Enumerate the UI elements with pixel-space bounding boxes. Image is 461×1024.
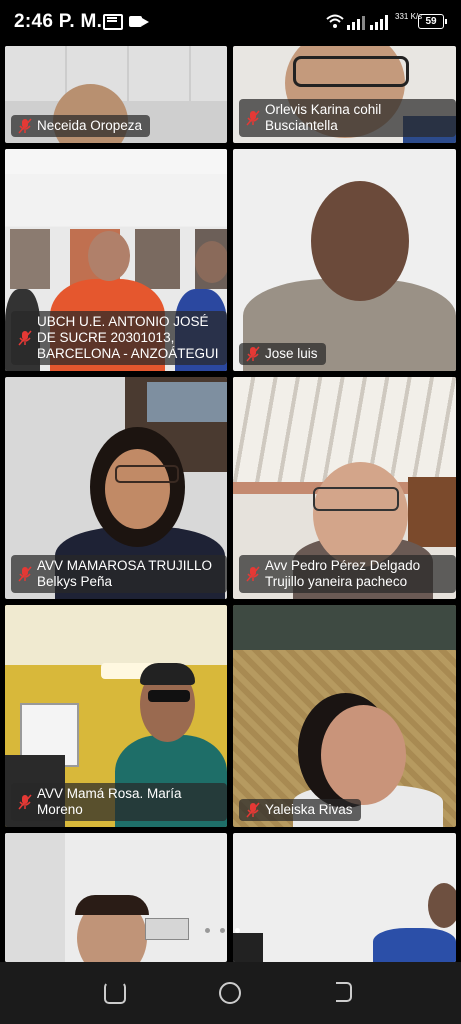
participant-video <box>373 928 456 962</box>
navigation-bar <box>0 962 461 1024</box>
participant-name: Avv Pedro Pérez Delgado Trujillo yaneira… <box>265 558 421 589</box>
recent-apps-icon[interactable] <box>336 982 352 1002</box>
page-dot-active[interactable] <box>235 928 240 933</box>
participant-tile[interactable]: Yaleiska Rivas <box>233 605 456 827</box>
participant-tile[interactable]: Jose luis <box>233 149 456 371</box>
participant-tile[interactable]: Avv Pedro Pérez Delgado Trujillo yaneira… <box>233 377 456 599</box>
status-bar: 2:46 P. M. 331 K/s 59 <box>0 0 461 44</box>
muted-mic-icon <box>18 566 32 582</box>
muted-mic-icon <box>18 794 32 810</box>
participant-tile[interactable]: UBCH U.E. ANTONIO JOSÉ DE SUCRE 20301013… <box>5 149 227 371</box>
page-dot[interactable] <box>220 928 225 933</box>
participant-name-label: Neceida Oropeza <box>11 115 151 137</box>
muted-mic-icon <box>18 118 32 134</box>
muted-mic-icon <box>246 110 260 126</box>
back-icon[interactable] <box>104 982 126 1004</box>
muted-mic-icon <box>246 566 260 582</box>
battery-icon: 59 <box>418 14 447 29</box>
participant-name-label: Yaleiska Rivas <box>239 799 361 821</box>
participant-name: Neceida Oropeza <box>37 118 143 133</box>
participant-name: Orlevis Karina cohil Busciantella <box>265 102 382 133</box>
participant-name: UBCH U.E. ANTONIO JOSÉ DE SUCRE 20301013… <box>37 314 219 361</box>
page-indicator <box>200 920 245 938</box>
muted-mic-icon <box>18 330 32 346</box>
page-dot[interactable] <box>205 928 210 933</box>
muted-mic-icon <box>246 802 260 818</box>
home-icon[interactable] <box>219 982 241 1004</box>
participant-name: Yaleiska Rivas <box>265 802 353 817</box>
participant-name: AVV MAMAROSA TRUJILLO Belkys Peña <box>37 558 213 589</box>
status-time: 2:46 P. M. <box>14 11 103 32</box>
participant-tile[interactable] <box>233 833 456 962</box>
participant-name-label: Jose luis <box>239 343 326 365</box>
participant-tile[interactable]: AVV Mamá Rosa. María Moreno <box>5 605 227 827</box>
participant-name-label: UBCH U.E. ANTONIO JOSÉ DE SUCRE 20301013… <box>11 311 227 365</box>
participant-name: Jose luis <box>265 346 318 361</box>
wifi-icon <box>326 14 344 28</box>
participant-name-label: AVV Mamá Rosa. María Moreno <box>11 783 227 821</box>
message-notification-icon <box>103 14 123 30</box>
participant-name-label: AVV MAMAROSA TRUJILLO Belkys Peña <box>11 555 227 593</box>
participant-name-label: Avv Pedro Pérez Delgado Trujillo yaneira… <box>239 555 456 593</box>
participant-tile[interactable]: Neceida Oropeza <box>5 46 227 143</box>
participant-tile[interactable]: AVV MAMAROSA TRUJILLO Belkys Peña <box>5 377 227 599</box>
participant-tile[interactable]: Orlevis Karina cohil Busciantella <box>233 46 456 143</box>
signal-strength-icon <box>347 15 388 30</box>
participant-name-label: Orlevis Karina cohil Busciantella <box>239 99 456 137</box>
participant-tile[interactable] <box>5 833 227 962</box>
video-camera-icon <box>129 16 149 27</box>
muted-mic-icon <box>246 346 260 362</box>
participant-name: AVV Mamá Rosa. María Moreno <box>37 786 182 817</box>
